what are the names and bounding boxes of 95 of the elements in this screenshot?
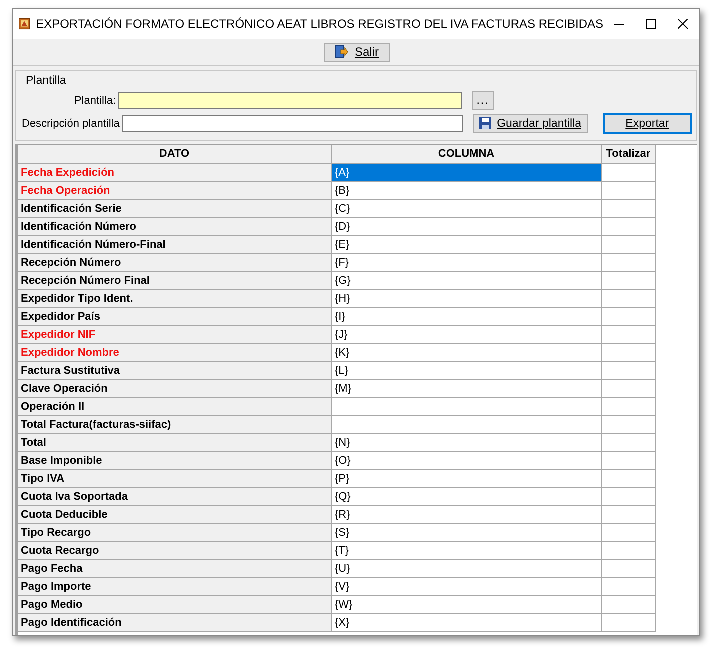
table-cell[interactable] [602, 416, 656, 434]
row-label: Identificación Número [18, 218, 332, 236]
table-cell[interactable] [332, 398, 602, 416]
column-header[interactable]: COLUMNA [332, 145, 602, 164]
row-label: Pago Identificación [18, 614, 332, 632]
table-cell[interactable] [602, 506, 656, 524]
exit-button[interactable]: Salir [324, 42, 390, 62]
table-cell[interactable] [602, 326, 656, 344]
row-label: Identificación Serie [18, 200, 332, 218]
row-label: Pago Fecha [18, 560, 332, 578]
table-cell[interactable] [602, 560, 656, 578]
row-label: Expedidor NIF [18, 326, 332, 344]
table-cell[interactable] [602, 164, 656, 182]
row-label: Recepción Número [18, 254, 332, 272]
row-label: Factura Sustitutiva [18, 362, 332, 380]
row-label: Pago Importe [18, 578, 332, 596]
table-cell[interactable]: {E} [332, 236, 602, 254]
group-title: Plantilla [26, 74, 68, 88]
table-cell[interactable]: {A} [332, 164, 602, 182]
row-label: Base Imponible [18, 452, 332, 470]
table-cell[interactable]: {H} [332, 290, 602, 308]
window-title: EXPORTACIÓN FORMATO ELECTRÓNICO AEAT LIBROS REGISTRO DEL IVA FACTURAS RECIBIDAS [36, 17, 604, 31]
table-cell[interactable] [602, 254, 656, 272]
table-cell[interactable]: {D} [332, 218, 602, 236]
row-label: Identificación Número-Final [18, 236, 332, 254]
table-cell[interactable]: {W} [332, 596, 602, 614]
table-cell[interactable]: {X} [332, 614, 602, 632]
row-label: Fecha Expedición [18, 164, 332, 182]
table-cell[interactable]: {C} [332, 200, 602, 218]
row-label: Recepción Número Final [18, 272, 332, 290]
table-cell[interactable] [602, 578, 656, 596]
close-icon [678, 19, 688, 29]
table-cell[interactable]: {N} [332, 434, 602, 452]
table-cell[interactable] [602, 542, 656, 560]
table-cell[interactable] [602, 290, 656, 308]
table-cell[interactable] [602, 218, 656, 236]
table-cell[interactable]: {P} [332, 470, 602, 488]
table-cell[interactable]: {K} [332, 344, 602, 362]
table-cell[interactable]: {M} [332, 380, 602, 398]
row-label: Fecha Operación [18, 182, 332, 200]
row-label: Cuota Deducible [18, 506, 332, 524]
export-button[interactable]: Exportar [602, 113, 692, 134]
row-label: Operación II [18, 398, 332, 416]
row-label: Tipo IVA [18, 470, 332, 488]
table-cell[interactable]: {Q} [332, 488, 602, 506]
table-cell[interactable]: {O} [332, 452, 602, 470]
maximize-icon [646, 19, 656, 29]
row-label: Total [18, 434, 332, 452]
column-header[interactable]: DATO [18, 145, 332, 164]
table-cell[interactable]: {S} [332, 524, 602, 542]
row-label: Total Factura(facturas-siifac) [18, 416, 332, 434]
row-label: Clave Operación [18, 380, 332, 398]
table-cell[interactable]: {L} [332, 362, 602, 380]
table-cell[interactable]: {V} [332, 578, 602, 596]
table-cell[interactable]: {B} [332, 182, 602, 200]
table-cell[interactable] [602, 614, 656, 632]
table-cell[interactable] [602, 182, 656, 200]
table-cell[interactable]: {J} [332, 326, 602, 344]
template-label: Plantilla: [73, 94, 117, 106]
template-field[interactable] [118, 92, 462, 109]
app-icon [19, 16, 30, 32]
table-cell[interactable] [602, 452, 656, 470]
browse-button[interactable]: ... [472, 91, 494, 110]
table-cell[interactable] [602, 596, 656, 614]
row-label: Cuota Recargo [18, 542, 332, 560]
table-cell[interactable] [602, 272, 656, 290]
description-field[interactable] [122, 115, 463, 132]
table-cell[interactable] [602, 470, 656, 488]
table-cell[interactable]: {F} [332, 254, 602, 272]
table-cell[interactable] [602, 380, 656, 398]
table-cell[interactable] [602, 524, 656, 542]
table-cell[interactable] [332, 416, 602, 434]
table-cell[interactable]: {R} [332, 506, 602, 524]
row-label: Expedidor País [18, 308, 332, 326]
row-label: Cuota Iva Soportada [18, 488, 332, 506]
table-cell[interactable]: {U} [332, 560, 602, 578]
row-label: Pago Medio [18, 596, 332, 614]
row-label: Expedidor Nombre [18, 344, 332, 362]
table-cell[interactable] [602, 398, 656, 416]
table-cell[interactable] [602, 362, 656, 380]
table-cell[interactable] [602, 236, 656, 254]
save-template-button[interactable]: Guardar plantilla [472, 114, 588, 133]
table-cell[interactable] [602, 344, 656, 362]
table-cell[interactable] [602, 200, 656, 218]
description-label: Descripción plantilla [22, 118, 120, 130]
table-cell[interactable] [602, 488, 656, 506]
table-cell[interactable] [602, 434, 656, 452]
table-cell[interactable]: {T} [332, 542, 602, 560]
exit-icon [334, 45, 349, 59]
row-label: Tipo Recargo [18, 524, 332, 542]
row-label: Expedidor Tipo Ident. [18, 290, 332, 308]
table-cell[interactable] [602, 308, 656, 326]
column-header[interactable]: Totalizar [602, 145, 656, 164]
table-cell[interactable]: {I} [332, 308, 602, 326]
table-cell[interactable]: {G} [332, 272, 602, 290]
